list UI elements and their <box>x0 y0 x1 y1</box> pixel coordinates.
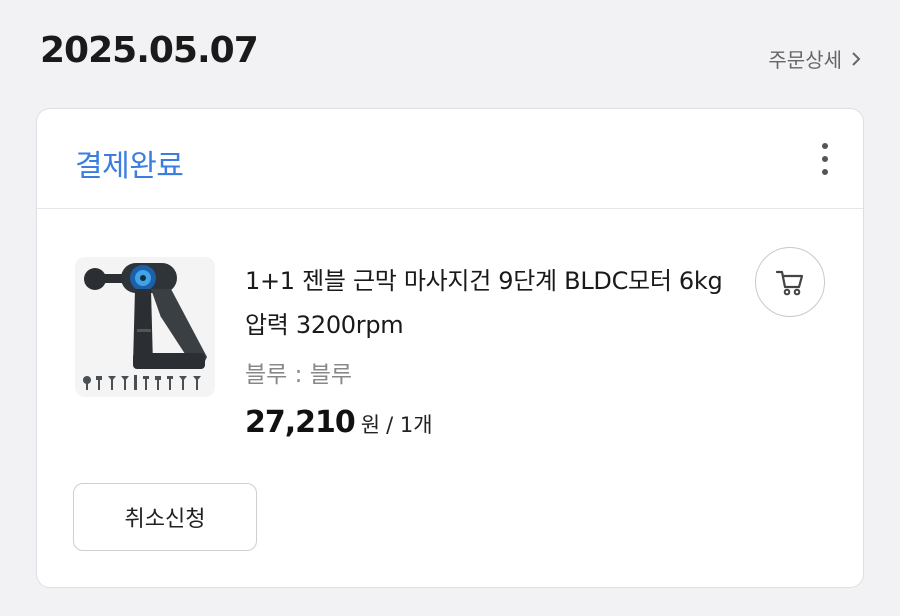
order-status: 결제완료 <box>75 149 184 184</box>
chevron-right-icon <box>852 51 861 66</box>
order-detail-label: 주문상세 <box>768 48 842 72</box>
order-date: 2025.05.07 <box>40 30 259 71</box>
product-title[interactable]: 1+1 젠블 근막 마사지건 9단계 BLDC모터 6kg압력 3200rpm <box>245 259 735 347</box>
order-detail-link[interactable]: 주문상세 <box>768 44 862 73</box>
cancel-request-button[interactable]: 취소신청 <box>73 483 257 551</box>
order-card: 결제완료 1+1 젠블 근막 마사지건 9단계 BLDC모터 6kg압력 320… <box>36 108 864 588</box>
product-quantity: / 1개 <box>386 413 433 437</box>
add-to-cart-button[interactable] <box>755 247 825 317</box>
product-price: 27,210 <box>245 405 356 440</box>
more-vertical-icon[interactable] <box>815 139 835 179</box>
product-option: 블루 : 블루 <box>245 362 353 388</box>
price-unit: 원 <box>360 413 381 437</box>
product-thumbnail[interactable] <box>75 257 215 397</box>
price-row: 27,210 원 / 1개 <box>245 405 433 440</box>
massage-gun-image <box>75 257 215 397</box>
order-card-header: 결제완료 <box>37 109 863 209</box>
cart-icon <box>775 270 804 296</box>
